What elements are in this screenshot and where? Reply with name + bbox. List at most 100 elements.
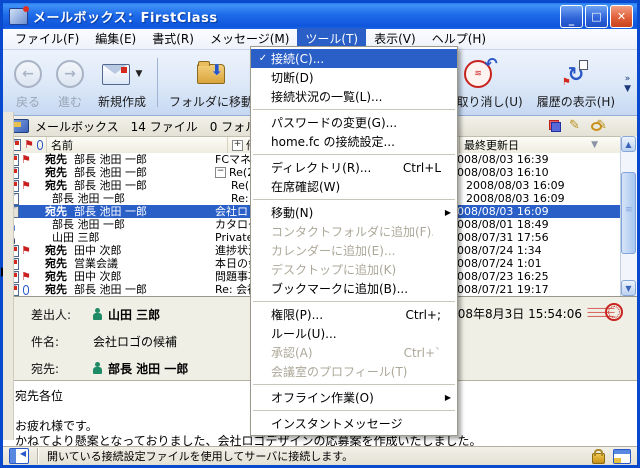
expand-all-icon[interactable]: + xyxy=(232,140,243,151)
menu-item[interactable]: 在席確認(W) xyxy=(251,177,457,196)
menu-item[interactable]: デスクトップに追加(K) xyxy=(251,260,457,279)
column-header-date[interactable]: 最終更新日▼ xyxy=(460,137,621,153)
menu-shortcut: Ctrl+; xyxy=(406,308,441,322)
person-icon xyxy=(93,308,103,320)
scrollbar-thumb[interactable] xyxy=(621,172,636,254)
statusbar-separator xyxy=(37,448,39,464)
unsend-icon: ≋ xyxy=(464,60,492,88)
scroll-down-button[interactable]: ▼ xyxy=(621,280,636,296)
menu-item-label: 切断(D) xyxy=(271,69,433,86)
menu-item[interactable]: 権限(P)...Ctrl+; xyxy=(251,305,457,324)
row-to-label: 宛先 xyxy=(45,270,67,283)
menu-item-label: カレンダーに追加(E)... xyxy=(271,242,433,259)
toolbar-overflow-button[interactable]: »▼ xyxy=(622,52,633,115)
move-to-folder-button[interactable]: フォルダに移動 xyxy=(162,52,260,115)
app-icon xyxy=(9,8,28,25)
row-name: 宛先部長 池田 一郎 xyxy=(33,205,215,218)
from-label: 差出人: xyxy=(31,306,93,323)
menu-item[interactable]: 移動(N)▶ xyxy=(251,203,457,222)
message-subject: 会社ロゴの候補 xyxy=(93,333,177,350)
move-to-folder-icon xyxy=(197,64,225,84)
forward-button[interactable]: → 進む xyxy=(49,52,91,115)
back-icon: ← xyxy=(14,60,42,88)
menu-item[interactable]: コンタクトフォルダに追加(F)... xyxy=(251,222,457,241)
left-gutter xyxy=(3,112,14,440)
menu-item[interactable]: オフライン作業(O)▶ xyxy=(251,388,457,407)
row-date: 2008/07/21 19:17 xyxy=(448,283,621,296)
menu-item[interactable]: 切断(D) xyxy=(251,68,457,87)
new-message-icon xyxy=(102,64,130,85)
new-message-button[interactable]: ▼ 新規作成 xyxy=(91,52,153,115)
flag-icon: ⚑ xyxy=(21,272,31,282)
row-name: 山田 三郎 xyxy=(33,231,215,244)
row-name: 宛先部長 池田 一郎 xyxy=(33,283,215,296)
row-flag-slot: ⚑ xyxy=(19,181,33,191)
row-date: 2008/08/03 16:09 xyxy=(448,205,621,218)
panel-view-icon[interactable] xyxy=(613,449,631,464)
checkmark-icon: ✓ xyxy=(255,53,271,64)
menu-item[interactable]: home.fc の接続設定... xyxy=(251,132,457,151)
menu-format[interactable]: 書式(R) xyxy=(144,28,202,50)
scroll-up-button[interactable]: ▲ xyxy=(621,136,636,152)
row-date: 2008/08/03 16:39 xyxy=(448,153,621,166)
menu-item[interactable]: 会議室のプロフィール(T) xyxy=(251,362,457,381)
menu-item-label: ルール(U)... xyxy=(271,325,433,342)
key-pencil-icon[interactable] xyxy=(591,120,607,133)
thread-expander-icon[interactable]: − xyxy=(215,167,226,178)
row-to-label: 宛先 xyxy=(45,257,67,270)
row-name: 宛先部長 池田 一郎 xyxy=(33,153,215,166)
message-from[interactable]: 山田 三郎 xyxy=(108,306,160,323)
menu-item-label: コンタクトフォルダに追加(F)... xyxy=(271,223,433,240)
row-to-label: 宛先 xyxy=(45,244,67,257)
sort-arrow-icon: ▼ xyxy=(591,140,598,150)
menu-item-label: 会議室のプロフィール(T) xyxy=(271,363,433,380)
attachment-column-icon xyxy=(37,140,43,150)
menu-edit[interactable]: 編集(E) xyxy=(87,28,144,50)
row-flag-slot: ⚑ xyxy=(19,272,33,282)
dropdown-caret-icon[interactable]: ▼ xyxy=(136,69,143,79)
submenu-arrow-icon: ▶ xyxy=(441,393,451,402)
menu-item[interactable]: 接続状況の一覧(L)... xyxy=(251,87,457,106)
menu-item[interactable]: ディレクトリ(R)...Ctrl+L xyxy=(251,158,457,177)
menu-item-label: インスタントメッセージ xyxy=(271,415,433,432)
row-name: 宛先営業会議 xyxy=(33,257,215,270)
row-date: 2008/08/03 16:09 xyxy=(464,192,621,205)
menu-item-label: 接続(C)... xyxy=(271,50,433,67)
row-to-label: 宛先 xyxy=(45,283,67,296)
vertical-scrollbar[interactable]: ▲ ▼ xyxy=(620,136,637,296)
back-button[interactable]: ← 戻る xyxy=(7,52,49,115)
layers-icon[interactable] xyxy=(549,120,561,132)
menu-item-label: 承認(A) xyxy=(271,344,396,361)
pencil-icon[interactable] xyxy=(569,120,583,133)
close-button[interactable]: ✕ xyxy=(610,5,633,28)
menu-item-label: ブックマークに追加(B)... xyxy=(271,280,433,297)
menu-separator xyxy=(253,109,455,110)
toolbar-separator xyxy=(157,58,158,107)
collapse-panel-icon[interactable] xyxy=(9,448,29,464)
maximize-button[interactable]: □ xyxy=(585,5,608,28)
minimize-button[interactable]: _ xyxy=(560,5,583,28)
menu-file[interactable]: ファイル(F) xyxy=(7,28,87,50)
menu-item[interactable]: パスワードの変更(G)... xyxy=(251,113,457,132)
row-date: 2008/08/03 16:09 xyxy=(464,179,621,192)
menu-item[interactable]: インスタントメッセージ xyxy=(251,414,457,433)
history-icon: ↻ xyxy=(564,62,588,86)
menu-item[interactable]: ✓接続(C)... xyxy=(251,49,457,68)
row-name: 部長 池田 一郎 xyxy=(33,218,215,231)
row-flag-slot xyxy=(19,285,33,295)
history-button[interactable]: ↻ 履歴の表示(H) xyxy=(530,52,622,115)
menu-shortcut: Ctrl+L xyxy=(403,161,441,175)
menu-item[interactable]: 承認(A)Ctrl+` xyxy=(251,343,457,362)
menu-separator xyxy=(253,410,455,411)
message-to[interactable]: 部長 池田 一郎 xyxy=(108,360,188,377)
menu-item[interactable]: ブックマークに追加(B)... xyxy=(251,279,457,298)
sent-stamp-icon: ————————— xyxy=(587,303,623,323)
subject-label: 件名: xyxy=(31,333,93,350)
menu-separator xyxy=(253,301,455,302)
menu-item[interactable]: ルール(U)... xyxy=(251,324,457,343)
column-header-name[interactable]: 名前 xyxy=(47,137,228,153)
row-name: 宛先田中 次郎 xyxy=(33,244,215,257)
menu-item[interactable]: カレンダーに追加(E)... xyxy=(251,241,457,260)
row-date: 2008/07/24 1:01 xyxy=(448,257,621,270)
menu-item-label: 在席確認(W) xyxy=(271,178,433,195)
